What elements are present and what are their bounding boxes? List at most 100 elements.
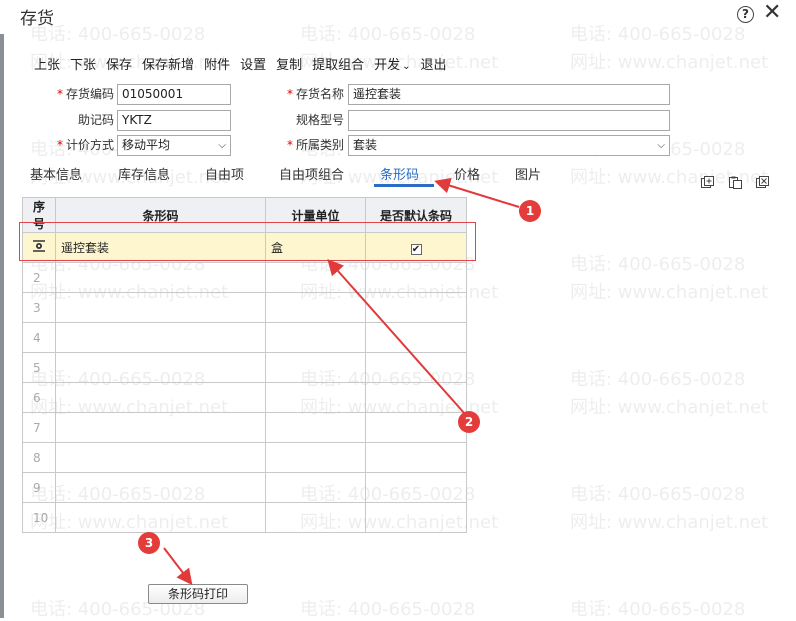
tab-free-items[interactable]: 自由项	[205, 164, 244, 183]
table-row[interactable]: 4	[22, 322, 467, 353]
watermark-phone: 电话: 400-665-0028	[570, 599, 746, 620]
barcode-cell[interactable]	[55, 442, 266, 473]
save-button[interactable]: 保存	[106, 54, 132, 73]
step-badge-1: 1	[519, 200, 541, 222]
unit-cell[interactable]	[265, 412, 366, 443]
code-input[interactable]: 01050001	[117, 84, 231, 105]
watermark-site: 网址: www.chanjet.net	[570, 52, 769, 73]
name-label-text: 存货名称	[295, 87, 344, 101]
next-button[interactable]: 下张	[70, 54, 96, 73]
exit-button[interactable]: 退出	[421, 54, 447, 73]
required-star: *	[286, 87, 293, 101]
watermark-phone: 电话: 400-665-0028	[570, 369, 746, 390]
barcode-cell[interactable]	[55, 262, 266, 293]
copy-button[interactable]: 复制	[276, 54, 302, 73]
active-tab-underline	[374, 184, 434, 187]
spec-label: 规格型号	[295, 113, 344, 127]
unit-cell[interactable]	[265, 382, 366, 413]
chevron-down-icon: ⌄	[402, 61, 411, 72]
table-row[interactable]: 5	[22, 352, 467, 383]
table-row[interactable]: 7	[22, 412, 467, 443]
table-row[interactable]: 3	[22, 292, 467, 323]
mnemonic-input[interactable]: YKTZ	[117, 110, 231, 131]
unit-cell[interactable]	[265, 502, 366, 533]
row-number: 4	[22, 322, 56, 353]
step-badge-3: 3	[138, 532, 160, 554]
pricing-label: * 计价方式	[40, 135, 114, 155]
extract-combo-button[interactable]: 提取组合	[312, 54, 364, 73]
table-row[interactable]: 6	[22, 382, 467, 413]
pricing-select[interactable]: 移动平均 ⌵	[117, 135, 231, 156]
name-input[interactable]: 遥控套装	[348, 84, 670, 105]
watermark-site: 网址: www.chanjet.net	[570, 397, 769, 418]
default-cell[interactable]	[365, 442, 467, 473]
category-select[interactable]: 套装 ⌵	[348, 135, 670, 156]
row-number: 10	[22, 502, 56, 533]
develop-label: 开发	[374, 58, 401, 73]
default-cell[interactable]	[365, 502, 467, 533]
mnemonic-label: 助记码	[77, 113, 114, 127]
highlight-box	[19, 222, 476, 261]
step-badge-2: 2	[458, 411, 480, 433]
default-cell[interactable]	[365, 292, 467, 323]
row-number: 7	[22, 412, 56, 443]
default-cell[interactable]	[365, 472, 467, 503]
default-cell[interactable]	[365, 262, 467, 293]
barcode-cell[interactable]	[55, 352, 266, 383]
develop-menu[interactable]: 开发 ⌄	[374, 54, 411, 73]
paste-row-icon[interactable]	[729, 176, 742, 189]
barcode-cell[interactable]	[55, 382, 266, 413]
default-cell[interactable]	[365, 322, 467, 353]
barcode-cell[interactable]	[55, 322, 266, 353]
tab-inventory-info[interactable]: 库存信息	[118, 164, 170, 183]
default-cell[interactable]	[365, 412, 467, 443]
table-row[interactable]: 9	[22, 472, 467, 503]
chevron-down-icon: ⌵	[218, 140, 226, 151]
tab-basic-info[interactable]: 基本信息	[30, 164, 82, 183]
toolbar: 上张 下张 保存 保存新增 附件 设置 复制 提取组合 开发 ⌄ 退出	[34, 54, 457, 73]
category-label: * 所属类别	[268, 135, 344, 155]
row-number: 3	[22, 292, 56, 323]
save-new-button[interactable]: 保存新增	[142, 54, 194, 73]
print-barcode-button[interactable]: 条形码打印	[148, 584, 248, 604]
close-icon[interactable]: ✕	[763, 1, 781, 25]
watermark-site: 网址: www.chanjet.net	[570, 512, 769, 533]
attachment-button[interactable]: 附件	[204, 54, 230, 73]
watermark-phone: 电话: 400-665-0028	[300, 599, 476, 620]
barcode-cell[interactable]	[55, 412, 266, 443]
watermark-phone: 电话: 400-665-0028	[570, 484, 746, 505]
delete-row-icon[interactable]	[756, 176, 769, 189]
unit-cell[interactable]	[265, 442, 366, 473]
default-cell[interactable]	[365, 352, 467, 383]
prev-button[interactable]: 上张	[34, 54, 60, 73]
unit-cell[interactable]	[265, 472, 366, 503]
table-row[interactable]: 10	[22, 502, 467, 533]
tab-free-item-combo[interactable]: 自由项组合	[279, 164, 344, 183]
code-label-text: 存货编码	[65, 87, 114, 101]
window-title: 存货	[20, 9, 54, 29]
table-row[interactable]: 2	[22, 262, 467, 293]
unit-cell[interactable]	[265, 292, 366, 323]
barcode-cell[interactable]	[55, 292, 266, 323]
code-label: * 存货编码	[40, 84, 114, 104]
unit-cell[interactable]	[265, 322, 366, 353]
unit-cell[interactable]	[265, 262, 366, 293]
add-row-icon[interactable]	[701, 176, 714, 189]
unit-cell[interactable]	[265, 352, 366, 383]
name-label: * 存货名称	[268, 84, 344, 104]
settings-button[interactable]: 设置	[240, 54, 266, 73]
help-icon[interactable]: ?	[737, 6, 754, 23]
barcode-cell[interactable]	[55, 472, 266, 503]
spec-input[interactable]	[348, 110, 670, 131]
watermark-site: 网址: www.chanjet.net	[570, 282, 769, 303]
default-cell[interactable]	[365, 382, 467, 413]
tab-price[interactable]: 价格	[454, 164, 480, 183]
row-number: 5	[22, 352, 56, 383]
pricing-value: 移动平均	[122, 138, 171, 152]
chevron-down-icon: ⌵	[657, 140, 665, 151]
table-row[interactable]: 8	[22, 442, 467, 473]
pricing-label-text: 计价方式	[65, 138, 114, 152]
barcode-cell[interactable]	[55, 502, 266, 533]
tab-images[interactable]: 图片	[515, 164, 541, 183]
tab-barcode[interactable]: 条形码	[380, 164, 419, 183]
